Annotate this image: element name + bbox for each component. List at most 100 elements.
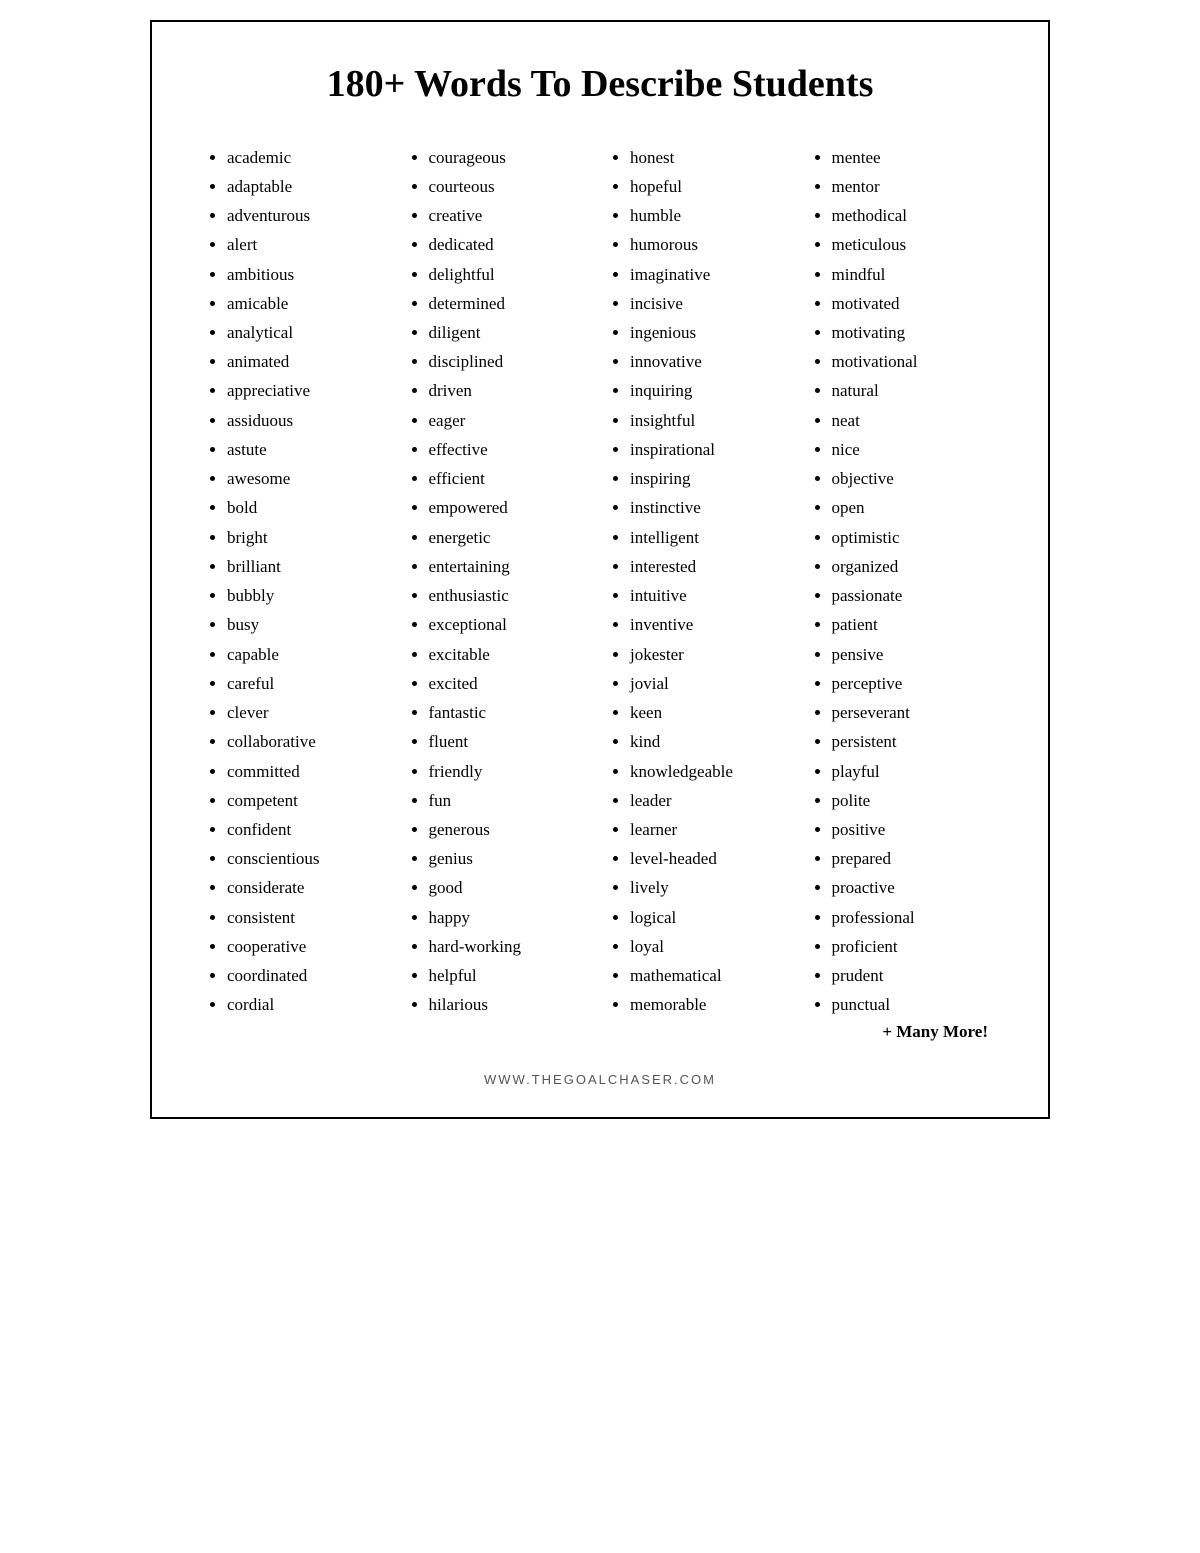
- list-item: effective: [429, 435, 591, 464]
- list-item: cooperative: [227, 932, 389, 961]
- list-item: lively: [630, 873, 792, 902]
- list-item: fantastic: [429, 698, 591, 727]
- list-item: incisive: [630, 289, 792, 318]
- list-item: fun: [429, 786, 591, 815]
- list-item: prudent: [832, 961, 994, 990]
- extra-note: + Many More!: [812, 1022, 994, 1042]
- list-item: instinctive: [630, 493, 792, 522]
- list-item: enthusiastic: [429, 581, 591, 610]
- list-item: inspirational: [630, 435, 792, 464]
- list-item: memorable: [630, 990, 792, 1019]
- list-item: brilliant: [227, 552, 389, 581]
- list-item: happy: [429, 903, 591, 932]
- list-item: creative: [429, 201, 591, 230]
- list-item: imaginative: [630, 260, 792, 289]
- list-item: conscientious: [227, 844, 389, 873]
- list-item: animated: [227, 347, 389, 376]
- list-item: neat: [832, 406, 994, 435]
- list-item: consistent: [227, 903, 389, 932]
- list-item: bubbly: [227, 581, 389, 610]
- list-item: motivating: [832, 318, 994, 347]
- list-item: passionate: [832, 581, 994, 610]
- list-item: adventurous: [227, 201, 389, 230]
- list-item: humorous: [630, 230, 792, 259]
- word-column-2: courageouscourteouscreativededicateddeli…: [404, 143, 596, 1042]
- list-item: diligent: [429, 318, 591, 347]
- list-item: proactive: [832, 873, 994, 902]
- list-item: competent: [227, 786, 389, 815]
- list-item: intuitive: [630, 581, 792, 610]
- list-item: inventive: [630, 610, 792, 639]
- list-item: considerate: [227, 873, 389, 902]
- list-item: bright: [227, 523, 389, 552]
- list-item: professional: [832, 903, 994, 932]
- list-item: cordial: [227, 990, 389, 1019]
- page-container: 180+ Words To Describe Students academic…: [150, 20, 1050, 1119]
- list-item: genius: [429, 844, 591, 873]
- list-item: helpful: [429, 961, 591, 990]
- list-item: fluent: [429, 727, 591, 756]
- list-item: motivated: [832, 289, 994, 318]
- list-item: optimistic: [832, 523, 994, 552]
- list-item: determined: [429, 289, 591, 318]
- list-item: adaptable: [227, 172, 389, 201]
- list-item: leader: [630, 786, 792, 815]
- word-column-3: honesthopefulhumblehumorousimaginativein…: [605, 143, 797, 1042]
- list-item: driven: [429, 376, 591, 405]
- list-item: courteous: [429, 172, 591, 201]
- list-item: logical: [630, 903, 792, 932]
- list-item: ambitious: [227, 260, 389, 289]
- list-item: coordinated: [227, 961, 389, 990]
- list-item: meticulous: [832, 230, 994, 259]
- list-item: loyal: [630, 932, 792, 961]
- columns-wrapper: academicadaptableadventurousalertambitio…: [202, 143, 998, 1042]
- list-item: keen: [630, 698, 792, 727]
- list-item: nice: [832, 435, 994, 464]
- list-item: academic: [227, 143, 389, 172]
- list-item: positive: [832, 815, 994, 844]
- list-item: perseverant: [832, 698, 994, 727]
- list-item: persistent: [832, 727, 994, 756]
- word-list-3: honesthopefulhumblehumorousimaginativein…: [610, 143, 792, 1020]
- list-item: open: [832, 493, 994, 522]
- list-item: humble: [630, 201, 792, 230]
- list-item: excitable: [429, 640, 591, 669]
- list-item: inspiring: [630, 464, 792, 493]
- list-item: punctual: [832, 990, 994, 1019]
- list-item: empowered: [429, 493, 591, 522]
- list-item: awesome: [227, 464, 389, 493]
- word-column-4: menteementormethodicalmeticulousmindfulm…: [807, 143, 999, 1042]
- list-item: insightful: [630, 406, 792, 435]
- list-item: delightful: [429, 260, 591, 289]
- list-item: inquiring: [630, 376, 792, 405]
- list-item: mathematical: [630, 961, 792, 990]
- list-item: methodical: [832, 201, 994, 230]
- list-item: natural: [832, 376, 994, 405]
- list-item: amicable: [227, 289, 389, 318]
- list-item: collaborative: [227, 727, 389, 756]
- list-item: polite: [832, 786, 994, 815]
- list-item: proficient: [832, 932, 994, 961]
- word-list-2: courageouscourteouscreativededicateddeli…: [409, 143, 591, 1020]
- word-list-4: menteementormethodicalmeticulousmindfulm…: [812, 143, 994, 1020]
- list-item: clever: [227, 698, 389, 727]
- list-item: bold: [227, 493, 389, 522]
- list-item: honest: [630, 143, 792, 172]
- list-item: mindful: [832, 260, 994, 289]
- list-item: objective: [832, 464, 994, 493]
- word-column-1: academicadaptableadventurousalertambitio…: [202, 143, 394, 1042]
- list-item: perceptive: [832, 669, 994, 698]
- list-item: friendly: [429, 757, 591, 786]
- list-item: entertaining: [429, 552, 591, 581]
- list-item: excited: [429, 669, 591, 698]
- list-item: hilarious: [429, 990, 591, 1019]
- list-item: pensive: [832, 640, 994, 669]
- list-item: confident: [227, 815, 389, 844]
- list-item: intelligent: [630, 523, 792, 552]
- list-item: jokester: [630, 640, 792, 669]
- list-item: jovial: [630, 669, 792, 698]
- list-item: capable: [227, 640, 389, 669]
- list-item: dedicated: [429, 230, 591, 259]
- list-item: generous: [429, 815, 591, 844]
- list-item: courageous: [429, 143, 591, 172]
